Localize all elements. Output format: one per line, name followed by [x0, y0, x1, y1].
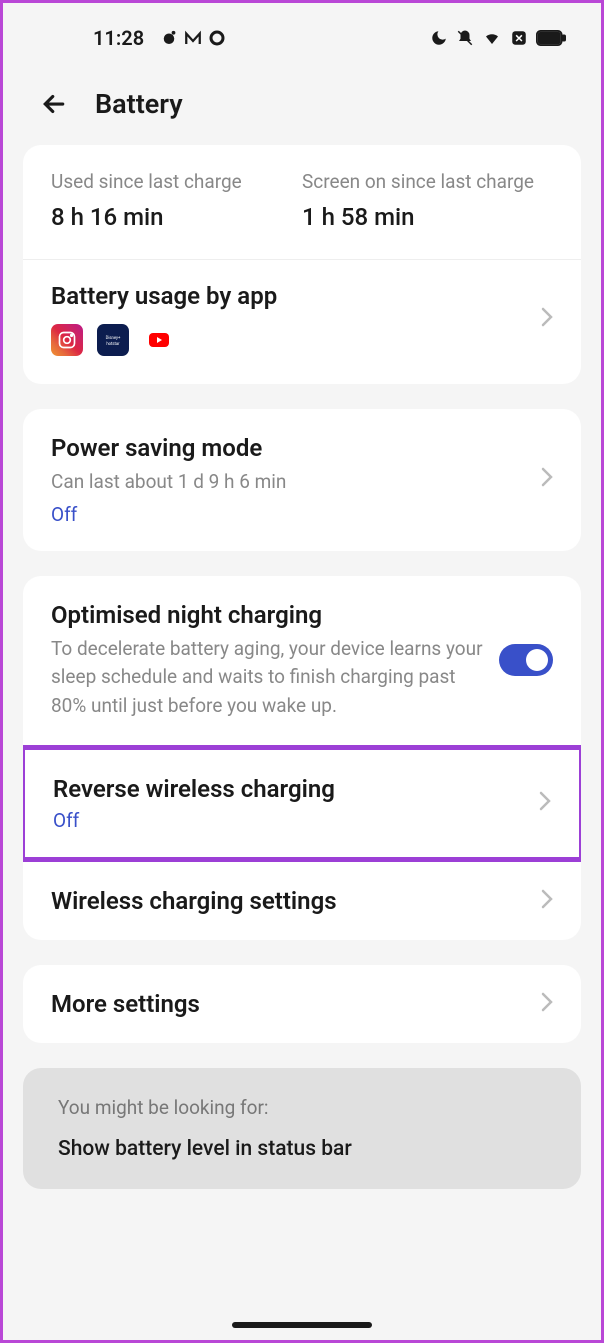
reverse-wireless-status: Off — [53, 809, 524, 832]
screen-value: 1 h 58 min — [302, 203, 553, 231]
signal-icon: ✕ — [510, 29, 528, 47]
power-saving-subtitle: Can last about 1 d 9 h 6 min — [51, 468, 526, 497]
app-icons: Disney+hotstar — [51, 324, 541, 356]
reverse-wireless-row[interactable]: Reverse wireless charging Off — [25, 750, 579, 857]
night-charging-title: Optimised night charging — [51, 601, 484, 629]
charge-stats: Used since last charge 8 h 16 min Screen… — [23, 145, 581, 260]
moon-icon — [430, 29, 448, 47]
wireless-settings-title: Wireless charging settings — [51, 887, 526, 915]
status-left: 11:28 — [93, 26, 226, 50]
night-charging-toggle[interactable] — [499, 644, 553, 676]
instagram-icon — [51, 324, 83, 356]
status-right: ✕ — [430, 29, 566, 47]
highlight-box: Reverse wireless charging Off — [23, 745, 581, 862]
more-settings-row[interactable]: More settings — [23, 965, 581, 1043]
chevron-right-icon — [541, 307, 553, 332]
more-settings-content: More settings — [51, 990, 541, 1018]
hotstar-icon: Disney+hotstar — [97, 324, 129, 356]
chevron-right-icon — [541, 467, 553, 492]
content: Used since last charge 8 h 16 min Screen… — [3, 145, 601, 1189]
back-button[interactable] — [38, 88, 70, 120]
suggestion-label: You might be looking for: — [58, 1096, 546, 1119]
home-indicator[interactable] — [232, 1322, 372, 1328]
reverse-wireless-title: Reverse wireless charging — [53, 775, 524, 803]
svg-text:Disney+: Disney+ — [106, 336, 121, 341]
svg-text:✕: ✕ — [515, 32, 524, 45]
screen-label: Screen on since last charge — [302, 170, 553, 193]
night-charging-row[interactable]: Optimised night charging To decelerate b… — [23, 576, 581, 746]
wifi-icon — [482, 29, 502, 47]
night-charging-subtitle: To decelerate battery aging, your device… — [51, 635, 484, 721]
chevron-right-icon — [539, 791, 551, 816]
reddit-icon — [160, 29, 178, 47]
used-label: Used since last charge — [51, 170, 302, 193]
used-value: 8 h 16 min — [51, 203, 302, 231]
chevron-right-icon — [541, 992, 553, 1017]
wireless-settings-row[interactable]: Wireless charging settings — [23, 862, 581, 940]
suggestion-card[interactable]: You might be looking for: Show battery l… — [23, 1068, 581, 1189]
battery-icon — [536, 29, 566, 47]
wireless-settings-content: Wireless charging settings — [51, 887, 541, 915]
usage-content: Battery usage by app Disney+hotstar — [51, 282, 541, 356]
suggestion-text: Show battery level in status bar — [58, 1137, 546, 1161]
reverse-wireless-content: Reverse wireless charging Off — [53, 775, 539, 832]
screen-on-since-charge: Screen on since last charge 1 h 58 min — [302, 170, 553, 231]
status-icons-left — [160, 29, 226, 47]
usage-title: Battery usage by app — [51, 282, 541, 310]
night-charging-content: Optimised night charging To decelerate b… — [51, 601, 499, 721]
charge-stats-card: Used since last charge 8 h 16 min Screen… — [23, 145, 581, 384]
youtube-icon — [143, 324, 175, 356]
battery-usage-row[interactable]: Battery usage by app Disney+hotstar — [23, 260, 581, 384]
status-time: 11:28 — [93, 26, 144, 50]
power-saving-title: Power saving mode — [51, 434, 526, 462]
power-saving-row[interactable]: Power saving mode Can last about 1 d 9 h… — [23, 409, 581, 551]
used-since-charge: Used since last charge 8 h 16 min — [51, 170, 302, 231]
arrow-left-icon — [39, 89, 69, 119]
page-title: Battery — [95, 88, 183, 120]
status-bar: 11:28 ✕ — [3, 3, 601, 63]
m-icon — [184, 29, 202, 47]
power-saving-status: Off — [51, 503, 526, 526]
svg-text:hotstar: hotstar — [106, 342, 120, 347]
power-saving-card: Power saving mode Can last about 1 d 9 h… — [23, 409, 581, 551]
circle-icon — [208, 29, 226, 47]
bell-off-icon — [456, 29, 474, 47]
power-saving-content: Power saving mode Can last about 1 d 9 h… — [51, 434, 541, 526]
chevron-right-icon — [541, 889, 553, 914]
charging-card: Optimised night charging To decelerate b… — [23, 576, 581, 941]
toggle-knob — [526, 649, 548, 671]
more-settings-card: More settings — [23, 965, 581, 1043]
header: Battery — [3, 63, 601, 145]
more-settings-title: More settings — [51, 990, 526, 1018]
